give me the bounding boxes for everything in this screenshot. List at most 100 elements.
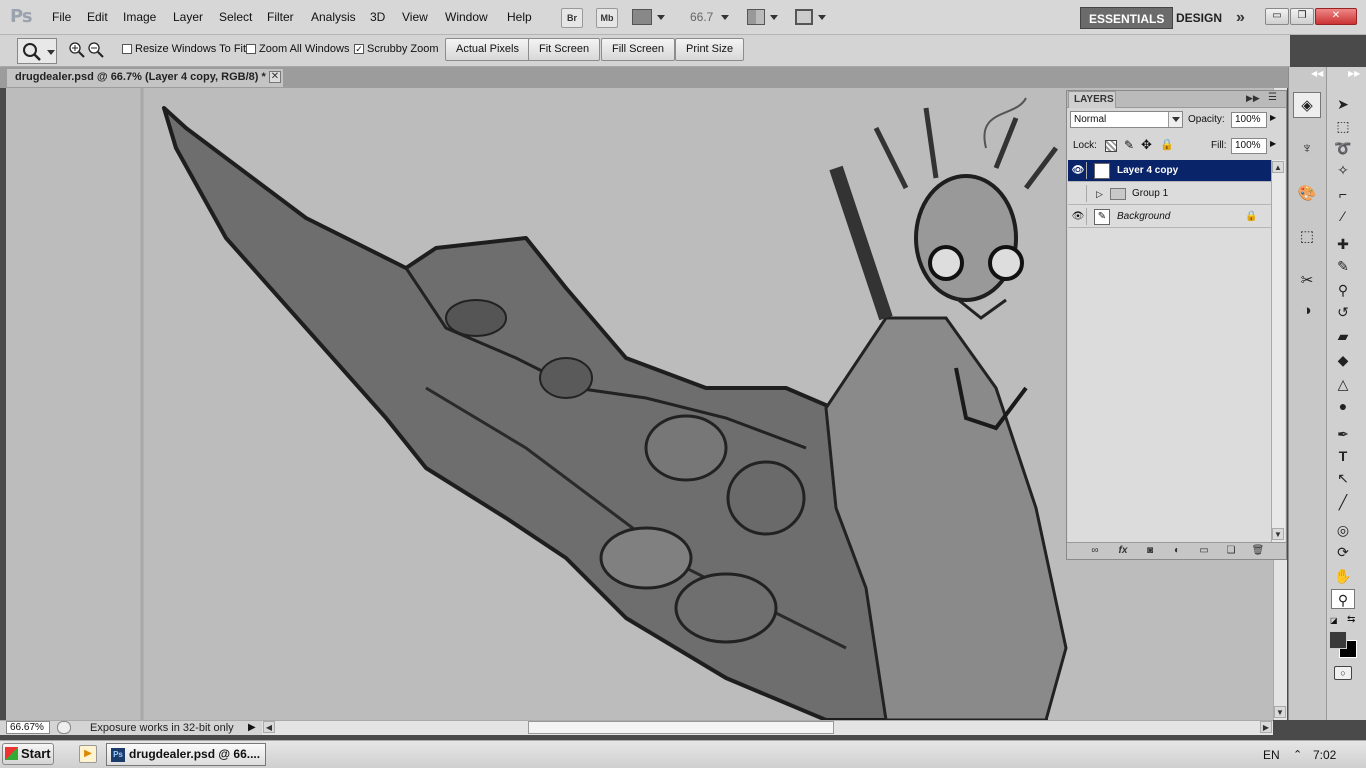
dodge-tool-icon[interactable]: ● <box>1331 396 1355 416</box>
delete-layer-icon[interactable]: 🗑 <box>1251 544 1265 557</box>
type-tool-icon[interactable]: T <box>1331 446 1355 466</box>
fill-screen-button[interactable]: Fill Screen <box>601 38 675 61</box>
clock[interactable]: 7:02 <box>1313 748 1336 762</box>
new-group-icon[interactable]: ▭ <box>1197 544 1211 557</box>
checkbox-box[interactable] <box>122 44 132 54</box>
expand-tools-icon[interactable]: ▶▶ <box>1348 69 1360 78</box>
status-info-icon[interactable] <box>57 721 71 734</box>
layer-row-layer-4-copy[interactable]: 👁 ✎ Layer 4 copy <box>1068 160 1271 182</box>
more-workspaces-icon[interactable]: » <box>1228 7 1253 29</box>
workspace-design[interactable]: DESIGN <box>1168 7 1230 29</box>
default-colors-icon[interactable]: ◪ <box>1330 616 1338 625</box>
marquee-tool-icon[interactable]: ⬚ <box>1331 116 1355 136</box>
actual-pixels-button[interactable]: Actual Pixels <box>445 38 530 61</box>
layers-tab[interactable]: LAYERS <box>1068 91 1116 108</box>
chevron-down-icon[interactable] <box>721 15 729 20</box>
close-icon[interactable]: ✕ <box>269 71 281 83</box>
blend-mode-select[interactable]: Normal <box>1070 111 1183 128</box>
tool-preset-picker[interactable] <box>17 38 57 64</box>
transform-icon[interactable]: ⬚ <box>1293 224 1321 250</box>
eye-icon[interactable]: 👁 <box>1070 208 1087 225</box>
menu-layer[interactable]: Layer <box>173 10 203 24</box>
tools-preset-icon[interactable]: ✂ <box>1293 268 1321 294</box>
opacity-field[interactable]: 100% <box>1231 112 1267 128</box>
restore-button[interactable]: ❐ <box>1290 8 1314 25</box>
resize-windows-checkbox[interactable]: Resize Windows To Fit <box>122 43 246 55</box>
scrubby-zoom-checkbox[interactable]: ✓ Scrubby Zoom <box>354 43 439 55</box>
zoom-in-icon[interactable] <box>68 41 86 59</box>
quick-mask-icon[interactable]: ○ <box>1334 666 1352 680</box>
chevron-down-icon[interactable] <box>770 15 778 20</box>
bridge-icon[interactable]: Br <box>561 8 583 28</box>
lock-pixels-icon[interactable]: ✎ <box>1124 138 1134 152</box>
scroll-down-arrow-icon[interactable]: ▼ <box>1274 706 1286 718</box>
lock-transparency-icon[interactable] <box>1105 140 1117 152</box>
minibridge-icon[interactable]: Mb <box>596 8 618 28</box>
path-selection-icon[interactable]: ↖ <box>1331 468 1355 488</box>
scroll-down-arrow-icon[interactable]: ▼ <box>1272 528 1284 540</box>
history-brush-icon[interactable]: ↺ <box>1331 302 1355 322</box>
scroll-right-arrow-icon[interactable]: ▶ <box>1260 721 1272 733</box>
view-extras-icon[interactable] <box>632 9 652 25</box>
chevron-down-icon[interactable] <box>818 15 826 20</box>
menu-window[interactable]: Window <box>445 10 488 24</box>
swap-colors-icon[interactable]: ⇆ <box>1347 614 1355 625</box>
menu-analysis[interactable]: Analysis <box>311 10 356 24</box>
brush-tool-icon[interactable]: ✎ <box>1331 256 1355 276</box>
scroll-left-arrow-icon[interactable]: ◀ <box>263 721 275 733</box>
visibility-toggle[interactable] <box>1070 185 1087 202</box>
eye-icon[interactable]: 👁 <box>1070 162 1087 179</box>
adjustments-icon[interactable]: ◑ <box>1293 298 1321 324</box>
foreground-color-swatch[interactable] <box>1329 631 1347 649</box>
horizontal-scroll-thumb[interactable] <box>528 721 834 734</box>
line-tool-icon[interactable]: ╱ <box>1331 492 1355 512</box>
add-mask-icon[interactable]: ◙ <box>1143 544 1157 557</box>
checkmark-icon[interactable]: ✓ <box>354 44 364 54</box>
menu-3d[interactable]: 3D <box>370 10 385 24</box>
3d-orbit-icon[interactable]: ⟳ <box>1331 542 1355 562</box>
layer-name[interactable]: Background <box>1117 206 1170 228</box>
zoom-level[interactable]: 66.7 <box>690 10 713 24</box>
screen-mode-icon[interactable] <box>795 9 813 25</box>
menu-file[interactable]: File <box>52 10 71 24</box>
chevron-down-icon[interactable] <box>657 15 665 20</box>
menu-help[interactable]: Help <box>507 10 532 24</box>
crop-tool-icon[interactable]: ⌐ <box>1331 184 1355 204</box>
chevron-down-icon[interactable] <box>1168 112 1182 127</box>
layer-row-group-1[interactable]: ▷ Group 1 <box>1068 183 1271 205</box>
link-layers-icon[interactable]: ∞ <box>1088 544 1102 557</box>
checkbox-box[interactable] <box>246 44 256 54</box>
layers-scrollbar[interactable] <box>1271 160 1285 542</box>
print-size-button[interactable]: Print Size <box>675 38 745 61</box>
menu-filter[interactable]: Filter <box>267 10 294 24</box>
fit-screen-button[interactable]: Fit Screen <box>528 38 601 61</box>
zoom-field[interactable]: 66.67% <box>6 721 50 734</box>
zoom-tool-icon[interactable]: ⚲ <box>1331 589 1355 609</box>
scroll-up-arrow-icon[interactable]: ▲ <box>1272 161 1284 173</box>
menu-edit[interactable]: Edit <box>87 10 108 24</box>
language-indicator[interactable]: EN <box>1263 748 1280 762</box>
paint-bucket-icon[interactable]: ◆ <box>1331 350 1355 370</box>
layers-panel-icon[interactable]: ◈ <box>1293 92 1321 118</box>
minimize-button[interactable]: ▭ <box>1265 8 1289 25</box>
layer-name[interactable]: Layer 4 copy <box>1117 160 1178 182</box>
close-button[interactable]: ✕ <box>1315 8 1357 25</box>
fill-arrow-icon[interactable]: ▶ <box>1270 139 1276 148</box>
blur-tool-icon[interactable]: △ <box>1331 374 1355 394</box>
taskbar-photoshop[interactable]: drugdealer.psd @ 66.... <box>106 743 266 766</box>
lock-all-icon[interactable]: 🔒 <box>1160 138 1174 151</box>
workspace-essentials[interactable]: ESSENTIALS <box>1080 7 1174 29</box>
menu-select[interactable]: Select <box>219 10 252 24</box>
arrange-documents-icon[interactable] <box>747 9 765 25</box>
opacity-arrow-icon[interactable]: ▶ <box>1270 113 1276 122</box>
new-layer-icon[interactable]: ❏ <box>1224 544 1238 557</box>
status-menu-arrow-icon[interactable]: ▶ <box>248 722 256 733</box>
move-tool-icon[interactable]: ➤ <box>1331 94 1355 114</box>
swatches-icon[interactable]: 🎨 <box>1293 181 1321 207</box>
zoom-all-windows-checkbox[interactable]: Zoom All Windows <box>246 43 349 55</box>
hand-tool-icon[interactable]: ✋ <box>1331 566 1355 586</box>
3d-rotate-icon[interactable]: ◎ <box>1331 520 1355 540</box>
tray-expand-icon[interactable]: ⌃ <box>1293 748 1302 761</box>
menu-image[interactable]: Image <box>123 10 156 24</box>
panel-menu-icon[interactable]: ☰ <box>1268 92 1277 103</box>
